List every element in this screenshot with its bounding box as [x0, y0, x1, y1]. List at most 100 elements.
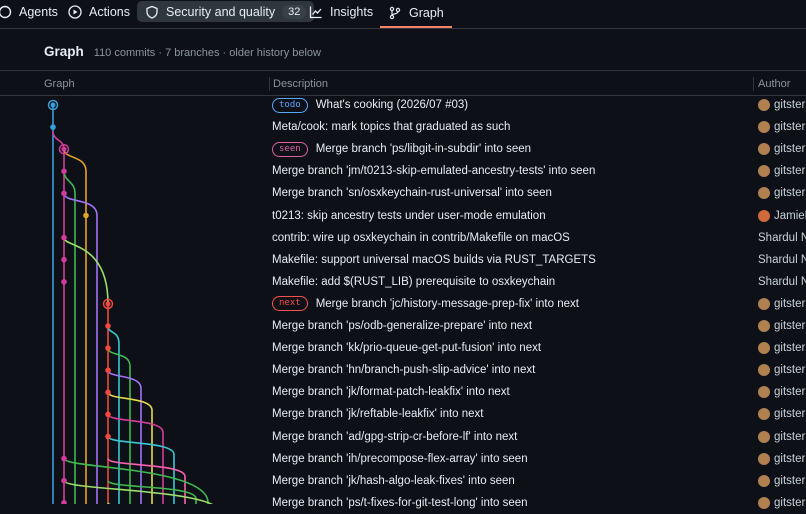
- commit-row[interactable]: Merge branch 'jk/hash-algo-leak-fixes' i…: [272, 470, 806, 492]
- commit-author[interactable]: Shardul Na: [758, 254, 806, 266]
- graph-edge: [52, 131, 65, 504]
- column-divider[interactable]: [753, 77, 754, 91]
- commit-row[interactable]: Merge branch 'ad/gpg-strip-cr-before-lf'…: [272, 426, 806, 448]
- commit-message[interactable]: Merge branch 'ps/odb-generalize-prepare'…: [272, 320, 532, 332]
- tab-actions[interactable]: Actions: [68, 0, 130, 24]
- commit-message[interactable]: Merge branch 'jk/reftable-leakfix' into …: [272, 408, 484, 420]
- commit-author[interactable]: gitster: [758, 320, 805, 332]
- commit-message[interactable]: Merge branch 'jm/t0213-skip-emulated-anc…: [272, 165, 595, 177]
- commit-message[interactable]: Merge branch 'jk/hash-algo-leak-fixes' i…: [272, 475, 515, 487]
- branch-badge-next[interactable]: next: [272, 296, 308, 312]
- tab-graph-label: Graph: [409, 6, 444, 20]
- commit-row[interactable]: Merge branch 'jm/t0213-skip-emulated-anc…: [272, 160, 806, 182]
- commit-message[interactable]: Merge branch 'hn/branch-push-slip-advice…: [272, 364, 535, 376]
- commit-author[interactable]: gitster: [758, 187, 805, 200]
- tab-actions-label: Actions: [89, 5, 130, 19]
- tab-security-and-quality[interactable]: Security and quality 32: [137, 1, 315, 22]
- avatar: [758, 430, 770, 443]
- branch-badge-todo[interactable]: todo: [272, 97, 308, 113]
- commit-author[interactable]: gitster: [758, 430, 805, 443]
- author-name: Shardul Na: [758, 253, 806, 266]
- commit-row[interactable]: Makefile: add $(RUST_LIB) prerequisite t…: [272, 271, 806, 293]
- tab-insights[interactable]: Insights: [309, 0, 373, 24]
- column-header-graph: Graph: [44, 78, 75, 90]
- commit-node: [105, 433, 111, 440]
- commit-row[interactable]: Merge branch 'ps/t-fixes-for-git-test-lo…: [272, 492, 806, 514]
- commit-author[interactable]: gitster: [758, 386, 805, 399]
- commit-author[interactable]: gitster: [758, 342, 806, 355]
- avatar: [758, 297, 770, 310]
- commit-message[interactable]: Meta/cook: mark topics that graduated as…: [272, 121, 510, 133]
- commit-message[interactable]: t0213: skip ancestry tests under user-mo…: [272, 210, 546, 222]
- commit-node: [61, 477, 67, 484]
- commit-message[interactable]: Merge branch 'kk/prio-queue-get-put-fusi…: [272, 342, 541, 354]
- commit-author[interactable]: gitster: [758, 408, 805, 421]
- commit-message[interactable]: Merge branch 'jc/history-message-prep-fi…: [316, 298, 579, 310]
- page-subtitle: 110 commits · 7 branches · older history…: [93, 47, 321, 59]
- avatar: [758, 496, 770, 509]
- commit-row[interactable]: contrib: wire up osxkeychain in contrib/…: [272, 227, 806, 249]
- commit-author[interactable]: gitster: [758, 165, 805, 178]
- tab-agents[interactable]: Agents: [0, 0, 58, 24]
- commit-description: Merge branch 'kk/prio-queue-get-put-fusi…: [272, 342, 541, 354]
- commit-row[interactable]: todo What's cooking (2026/07 #03) gitster: [272, 94, 806, 116]
- commit-row[interactable]: t0213: skip ancestry tests under user-mo…: [272, 205, 806, 227]
- avatar: [758, 187, 770, 200]
- commit-message[interactable]: Merge branch 'jk/format-patch-leakfix' i…: [272, 386, 510, 398]
- commit-author[interactable]: gitster: [758, 297, 805, 310]
- seen-head-node: [61, 146, 67, 152]
- commit-row[interactable]: Meta/cook: mark topics that graduated as…: [272, 116, 806, 138]
- author-name: gitster: [774, 342, 806, 355]
- commit-author[interactable]: gitster: [758, 121, 805, 134]
- commit-description: todo What's cooking (2026/07 #03): [272, 97, 468, 113]
- commit-node: [50, 124, 56, 130]
- avatar: [758, 408, 770, 421]
- commit-message[interactable]: Makefile: add $(RUST_LIB) prerequisite t…: [272, 276, 555, 288]
- commit-message[interactable]: Merge branch 'ps/t-fixes-for-git-test-lo…: [272, 497, 528, 509]
- graph-edge: [63, 193, 98, 504]
- commit-author[interactable]: Shardul Na: [758, 232, 806, 244]
- column-divider[interactable]: [269, 77, 270, 91]
- commit-author[interactable]: gitster: [758, 364, 805, 377]
- commit-author[interactable]: gitster: [758, 452, 805, 465]
- commit-message[interactable]: contrib: wire up osxkeychain in contrib/…: [272, 232, 570, 244]
- column-header-author: Author: [758, 78, 791, 90]
- commit-author[interactable]: Shardul Na: [758, 276, 806, 288]
- play-icon: [68, 5, 82, 19]
- branch-badge-seen[interactable]: seen: [272, 141, 308, 157]
- commit-author[interactable]: gitster: [758, 143, 805, 156]
- commit-row[interactable]: Merge branch 'kk/prio-queue-get-put-fusi…: [272, 337, 806, 359]
- commit-row[interactable]: Merge branch 'hn/branch-push-slip-advice…: [272, 359, 806, 381]
- tab-graph[interactable]: Graph: [380, 0, 452, 28]
- commit-row[interactable]: next Merge branch 'jc/history-message-pre…: [272, 293, 806, 315]
- author-name: Shardul Na: [758, 231, 806, 244]
- commit-node: [61, 455, 67, 462]
- commit-message[interactable]: Makefile: support universal macOS builds…: [272, 254, 596, 266]
- commit-row[interactable]: Merge branch 'ih/precompose-flex-array' …: [272, 448, 806, 470]
- commit-description: Merge branch 'jk/hash-algo-leak-fixes' i…: [272, 475, 515, 487]
- commit-description: Merge branch 'sn/osxkeychain-rust-univer…: [272, 187, 552, 199]
- commit-message[interactable]: Merge branch 'ps/libgit-in-subdir' into …: [316, 143, 531, 155]
- commit-row[interactable]: Merge branch 'jk/reftable-leakfix' into …: [272, 403, 806, 425]
- commit-row[interactable]: Merge branch 'jk/format-patch-leakfix' i…: [272, 381, 806, 403]
- commit-author[interactable]: gitster: [758, 496, 805, 509]
- commit-node: [61, 190, 67, 197]
- avatar: [758, 143, 770, 156]
- avatar: [758, 474, 770, 487]
- commit-message[interactable]: Merge branch 'ad/gpg-strip-cr-before-lf'…: [272, 431, 517, 443]
- commit-row[interactable]: seen Merge branch 'ps/libgit-in-subdir' i…: [272, 138, 806, 160]
- commit-message[interactable]: Merge branch 'ih/precompose-flex-array' …: [272, 453, 528, 465]
- commit-description: Makefile: support universal macOS builds…: [272, 254, 596, 266]
- commit-row[interactable]: Makefile: support universal macOS builds…: [272, 249, 806, 271]
- commit-author[interactable]: JamieM: [758, 209, 806, 222]
- commit-row[interactable]: Merge branch 'sn/osxkeychain-rust-univer…: [272, 182, 806, 204]
- commit-description: Makefile: add $(RUST_LIB) prerequisite t…: [272, 276, 555, 288]
- avatar: [758, 320, 770, 332]
- commit-message[interactable]: Merge branch 'sn/osxkeychain-rust-univer…: [272, 187, 552, 199]
- author-name: gitster: [774, 99, 806, 111]
- commit-message[interactable]: What's cooking (2026/07 #03): [316, 99, 468, 111]
- commit-author[interactable]: gitster: [758, 99, 805, 111]
- commit-author[interactable]: gitster: [758, 474, 805, 487]
- commit-row[interactable]: Merge branch 'ps/odb-generalize-prepare'…: [272, 315, 806, 337]
- commit-description: Merge branch 'jm/t0213-skip-emulated-anc…: [272, 165, 595, 177]
